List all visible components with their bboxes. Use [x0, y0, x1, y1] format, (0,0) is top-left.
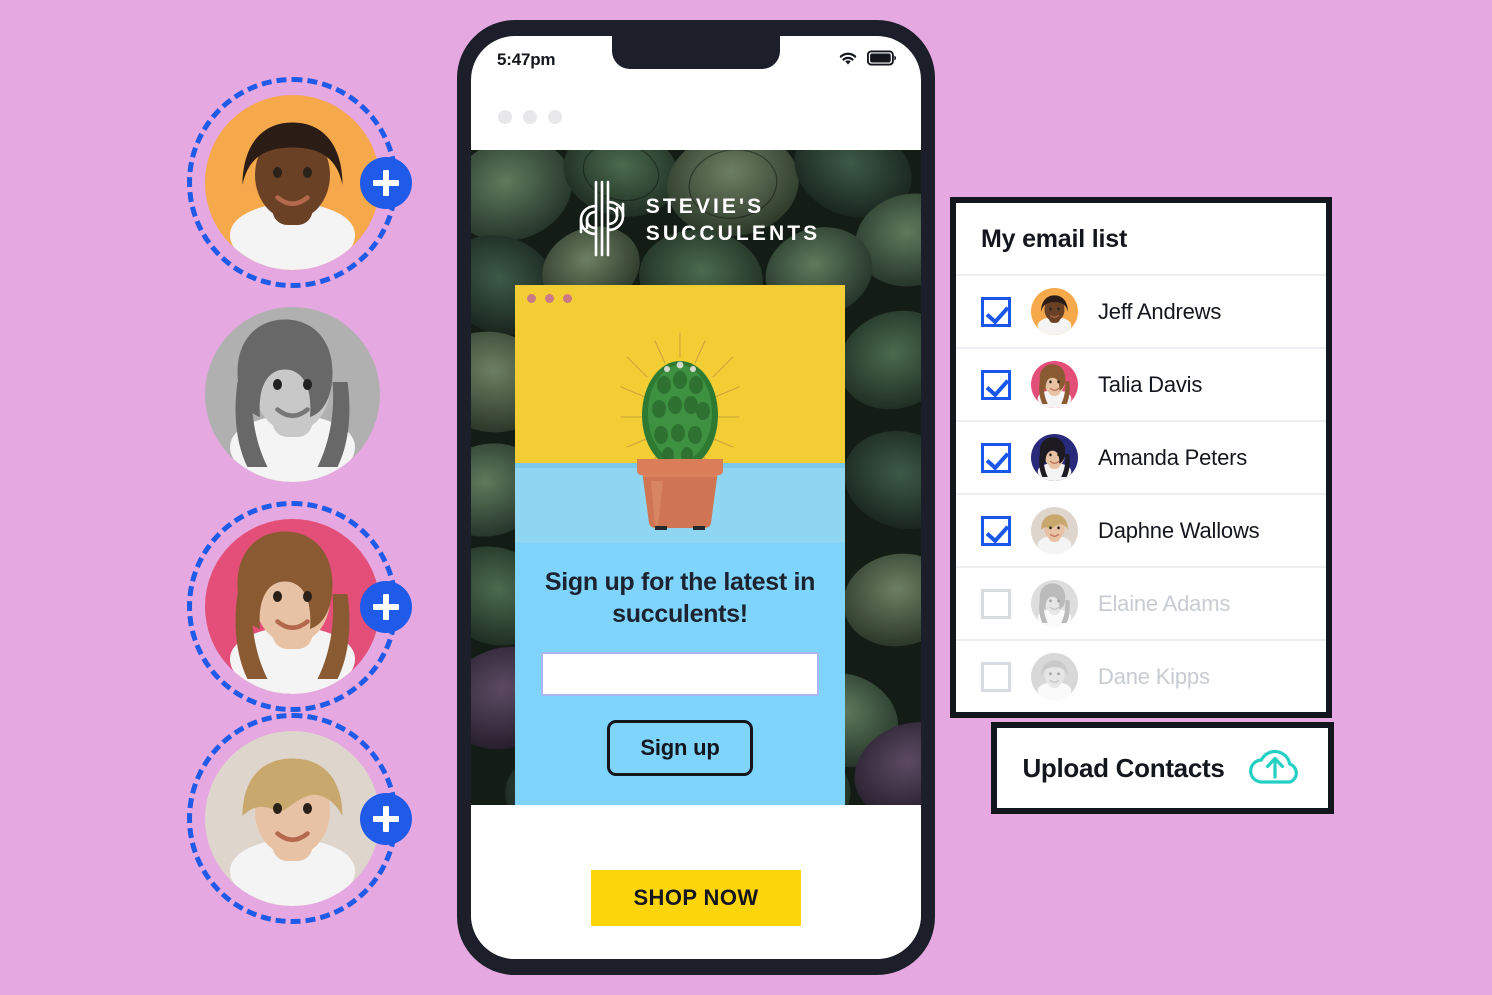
avatar-jeff — [187, 77, 412, 288]
chrome-dot — [498, 110, 512, 124]
promo-card-dots — [527, 294, 572, 303]
chrome-dot — [523, 110, 537, 124]
signup-headline: Sign up for the latest in succulents! — [544, 568, 816, 628]
contact-name: Daphne Wallows — [1098, 517, 1260, 543]
upload-contacts-label: Upload Contacts — [1022, 752, 1225, 783]
contact-checkbox[interactable] — [981, 369, 1011, 400]
status-time: 5:47pm — [497, 50, 556, 69]
plus-icon[interactable] — [360, 793, 412, 845]
signup-button[interactable]: Sign up — [607, 720, 753, 776]
contact-name: Amanda Peters — [1098, 444, 1248, 470]
promo-dot — [545, 294, 554, 303]
table-row[interactable]: Amanda Peters — [956, 420, 1326, 493]
avatar-photo — [205, 731, 380, 906]
avatar — [1031, 434, 1078, 481]
avatar-elaine — [205, 307, 380, 482]
avatar — [1031, 361, 1078, 408]
wifi-icon — [837, 50, 859, 71]
table-row[interactable]: Talia Davis — [956, 347, 1326, 420]
contact-name: Elaine Adams — [1098, 590, 1231, 616]
plus-icon[interactable] — [360, 581, 412, 633]
battery-icon — [866, 49, 897, 71]
avatar-photo — [205, 307, 380, 482]
avatar — [1031, 507, 1078, 554]
contact-name: Jeff Andrews — [1098, 298, 1222, 324]
promo-dot — [527, 294, 536, 303]
avatar — [1031, 653, 1078, 700]
contact-checkbox[interactable] — [981, 661, 1011, 692]
product-image — [515, 285, 845, 543]
contact-checkbox[interactable] — [981, 515, 1011, 546]
avatar-daphne — [187, 713, 412, 924]
brand-line-1: STEVIE'S — [645, 195, 765, 219]
promo-dot — [563, 294, 572, 303]
contact-checkbox[interactable] — [981, 442, 1011, 473]
phone-screen: 5:47pm STEVIE'S SUCCULENTS Sign up for t… — [471, 36, 921, 959]
shop-now-button[interactable]: SHOP NOW — [591, 870, 801, 926]
avatar — [1031, 580, 1078, 627]
email-list-title: My email list — [981, 225, 1128, 253]
avatar-photo — [205, 95, 380, 270]
promo-signup-card: Sign up for the latest in succulents! Si… — [515, 285, 845, 805]
plus-icon[interactable] — [360, 157, 412, 209]
phone-footer: SHOP NOW — [471, 805, 921, 959]
status-icons — [837, 49, 897, 71]
brand-name: STEVIE'S SUCCULENTS — [646, 194, 821, 248]
contact-list: Jeff Andrews Talia Davis Amanda Peters D… — [956, 274, 1326, 712]
contact-checkbox[interactable] — [981, 296, 1011, 327]
email-input[interactable] — [541, 652, 819, 696]
browser-chrome-bar — [471, 84, 921, 150]
table-row[interactable]: Daphne Wallows — [956, 493, 1326, 566]
table-row[interactable]: Elaine Adams — [956, 566, 1326, 639]
brand-line-2: SUCCULENTS — [645, 222, 821, 245]
signup-form: Sign up for the latest in succulents! Si… — [515, 543, 845, 805]
contact-name: Talia Davis — [1098, 371, 1203, 397]
cactus-monogram-icon — [572, 172, 632, 270]
cloud-upload-icon — [1247, 744, 1303, 793]
upload-contacts-button[interactable]: Upload Contacts — [991, 722, 1334, 814]
avatar — [1031, 288, 1078, 335]
brand-lockup: STEVIE'S SUCCULENTS — [471, 172, 921, 270]
contact-checkbox[interactable] — [981, 588, 1011, 619]
phone-mockup: 5:47pm STEVIE'S SUCCULENTS Sign up for t… — [457, 20, 935, 975]
hero-section: STEVIE'S SUCCULENTS Sign up for the late… — [471, 150, 921, 805]
table-row[interactable]: Jeff Andrews — [956, 274, 1326, 347]
table-row[interactable]: Dane Kipps — [956, 639, 1326, 712]
chrome-dot — [548, 110, 562, 124]
contact-name: Dane Kipps — [1098, 663, 1210, 689]
phone-notch — [612, 36, 780, 69]
email-list-panel: My email list Jeff Andrews Talia Davis A… — [950, 197, 1332, 718]
avatar-column — [187, 77, 435, 925]
avatar-photo — [205, 519, 380, 694]
avatar-talia — [187, 501, 412, 712]
